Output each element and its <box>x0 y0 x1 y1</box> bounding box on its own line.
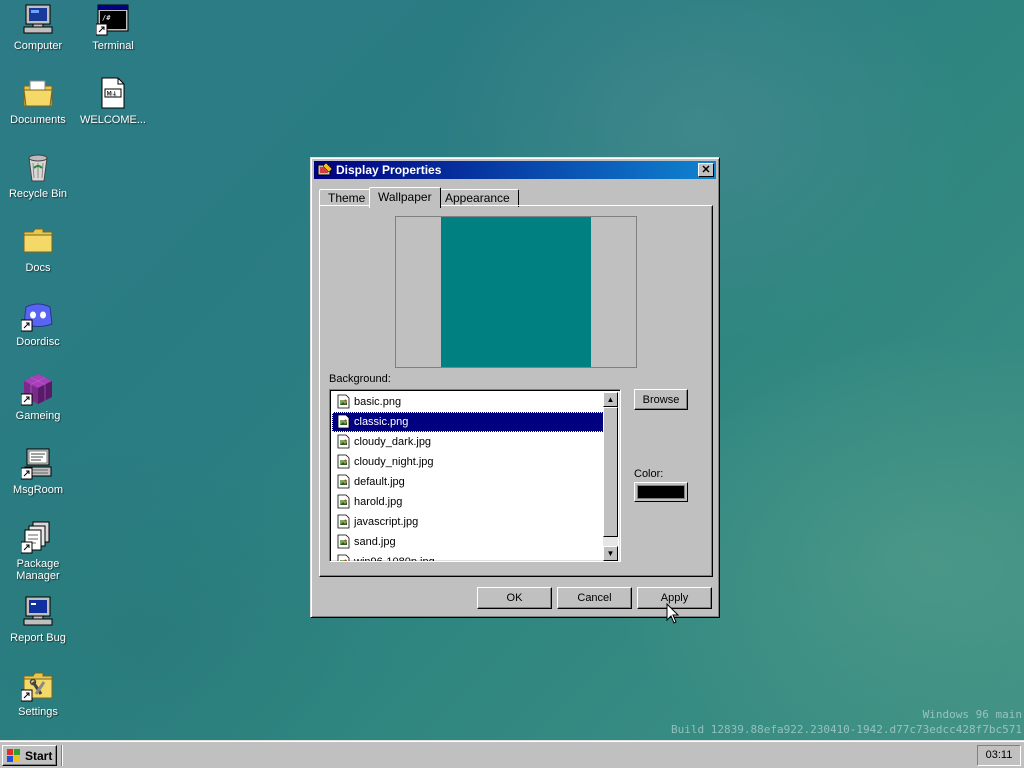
background-list-item[interactable]: harold.jpg <box>332 492 606 512</box>
desktop-icon-label: Documents <box>10 114 66 126</box>
background-file-name: win96-1080p.jpg <box>354 556 435 562</box>
image-file-icon <box>337 474 350 489</box>
clock[interactable]: 03:11 <box>986 749 1013 761</box>
scroll-up-button[interactable]: ▲ <box>603 392 618 407</box>
tab-wallpaper[interactable]: Wallpaper <box>369 187 441 208</box>
recycle-bin-icon <box>21 150 55 184</box>
background-list-item[interactable]: basic.png <box>332 392 606 412</box>
wallpaper-preview-screen <box>441 217 591 367</box>
desktop-icon-label: Recycle Bin <box>8 188 68 200</box>
background-file-name: default.jpg <box>354 476 405 488</box>
window-titlebar[interactable]: Display Properties ✕ <box>314 161 716 179</box>
background-list-item[interactable]: default.jpg <box>332 472 606 492</box>
desktop-icon-docs[interactable]: Docs <box>0 224 76 274</box>
desktop-icon-msgroom[interactable]: MsgRoom <box>0 446 76 496</box>
desktop-icon-label: Report Bug <box>10 632 66 644</box>
window-title: Display Properties <box>336 163 442 177</box>
desktop-icon-documents[interactable]: Documents <box>0 76 76 126</box>
ok-button[interactable]: OK <box>477 587 552 609</box>
report-bug-icon <box>21 594 55 628</box>
taskbar: Start 03:11 <box>0 740 1024 768</box>
color-label: Color: <box>634 468 664 480</box>
start-button[interactable]: Start <box>2 745 57 766</box>
close-button[interactable]: ✕ <box>698 163 714 177</box>
desktop-icon-recycle-bin[interactable]: Recycle Bin <box>0 150 76 200</box>
svg-text:M↓: M↓ <box>107 91 117 98</box>
settings-icon <box>20 668 55 702</box>
image-file-icon <box>337 434 350 449</box>
background-file-name: classic.png <box>354 416 409 428</box>
desktop-icon-package-manager[interactable]: Package Manager <box>0 520 76 582</box>
svg-text:/#: /# <box>102 14 111 22</box>
background-list-item[interactable]: cloudy_dark.jpg <box>332 432 606 452</box>
watermark-version: Windows 96 main <box>922 708 1022 721</box>
apply-button[interactable]: Apply <box>637 587 712 609</box>
desktop-icon-doordisc[interactable]: Doordisc <box>0 298 76 348</box>
desktop-icon-label: Terminal <box>92 40 134 52</box>
image-file-icon <box>337 554 350 561</box>
watermark-build: Build 12839.88efa922.230410-1942.d77c73e… <box>671 723 1022 736</box>
markdown-file-icon: M↓ <box>96 76 130 110</box>
desktop-icon-label: Doordisc <box>16 336 60 348</box>
desktop-icon-label: Gameing <box>15 410 61 422</box>
image-file-icon <box>337 534 350 549</box>
image-file-icon <box>337 394 350 409</box>
image-file-icon <box>337 454 350 469</box>
image-file-icon <box>337 494 350 509</box>
background-file-name: basic.png <box>354 396 402 408</box>
computer-icon <box>21 2 55 36</box>
desktop-icon-label: Package Manager <box>16 558 60 582</box>
system-tray: 03:11 <box>977 745 1021 766</box>
background-list-item[interactable]: javascript.jpg <box>332 512 606 532</box>
color-picker-button[interactable] <box>634 482 688 502</box>
package-manager-icon <box>20 520 55 554</box>
background-file-name: sand.jpg <box>354 536 396 548</box>
desktop-icon-computer[interactable]: Computer <box>0 2 76 52</box>
desktop-icon-label: Settings <box>18 706 58 718</box>
desktop-icon-report-bug[interactable]: Report Bug <box>0 594 76 644</box>
start-label: Start <box>25 749 53 763</box>
background-list-items: basic.png classic.png cloudy_dark.jpgcloud… <box>332 392 606 562</box>
background-label: Background: <box>329 373 391 385</box>
scroll-thumb[interactable] <box>603 407 618 537</box>
background-listbox[interactable]: basic.png classic.png cloudy_dark.jpgcloud… <box>329 389 621 562</box>
background-list-item[interactable]: cloudy_night.jpg <box>332 452 606 472</box>
color-swatch-fill <box>637 485 685 499</box>
desktop-icon-label: WELCOME... <box>79 114 146 126</box>
browse-button[interactable]: Browse <box>634 389 688 410</box>
wallpaper-preview <box>395 216 637 368</box>
folder-icon <box>21 224 55 258</box>
background-file-name: javascript.jpg <box>354 516 419 528</box>
image-file-icon <box>337 414 350 429</box>
wallpaper-panel: Background: basic.png classic.png cloudy_d… <box>319 205 713 577</box>
desktop-icon-terminal[interactable]: /# Terminal <box>75 2 151 52</box>
cancel-button[interactable]: Cancel <box>557 587 632 609</box>
desktop-icon-gameing[interactable]: Gameing <box>0 372 76 422</box>
desktop-icon-label: Docs <box>25 262 51 274</box>
background-list-item[interactable]: win96-1080p.jpg <box>332 552 606 562</box>
taskbar-separator <box>61 745 63 766</box>
display-properties-icon <box>317 162 333 178</box>
start-logo-icon <box>6 748 22 763</box>
scroll-down-button[interactable]: ▼ <box>603 546 618 561</box>
desktop-icon-label: Computer <box>13 40 63 52</box>
background-list-item[interactable]: sand.jpg <box>332 532 606 552</box>
background-file-name: cloudy_dark.jpg <box>354 436 432 448</box>
msgroom-icon <box>20 446 55 480</box>
display-properties-window: Display Properties ✕ Theme Wallpaper App… <box>310 157 720 618</box>
doordisc-icon <box>20 298 55 332</box>
background-file-name: cloudy_night.jpg <box>354 456 434 468</box>
desktop-icon-label: MsgRoom <box>12 484 64 496</box>
listbox-scrollbar[interactable]: ▲ ▼ <box>603 392 618 561</box>
background-file-name: harold.jpg <box>354 496 403 508</box>
documents-folder-icon <box>21 76 55 110</box>
image-file-icon <box>337 514 350 529</box>
background-list-item[interactable]: classic.png <box>332 412 606 432</box>
build-watermark: Windows 96 main Build 12839.88efa922.230… <box>622 707 1022 737</box>
desktop-icon-settings[interactable]: Settings <box>0 668 76 718</box>
terminal-icon: /# <box>95 2 130 36</box>
desktop-icon-welcome[interactable]: M↓ WELCOME... <box>75 76 151 126</box>
cube-icon <box>20 372 55 406</box>
